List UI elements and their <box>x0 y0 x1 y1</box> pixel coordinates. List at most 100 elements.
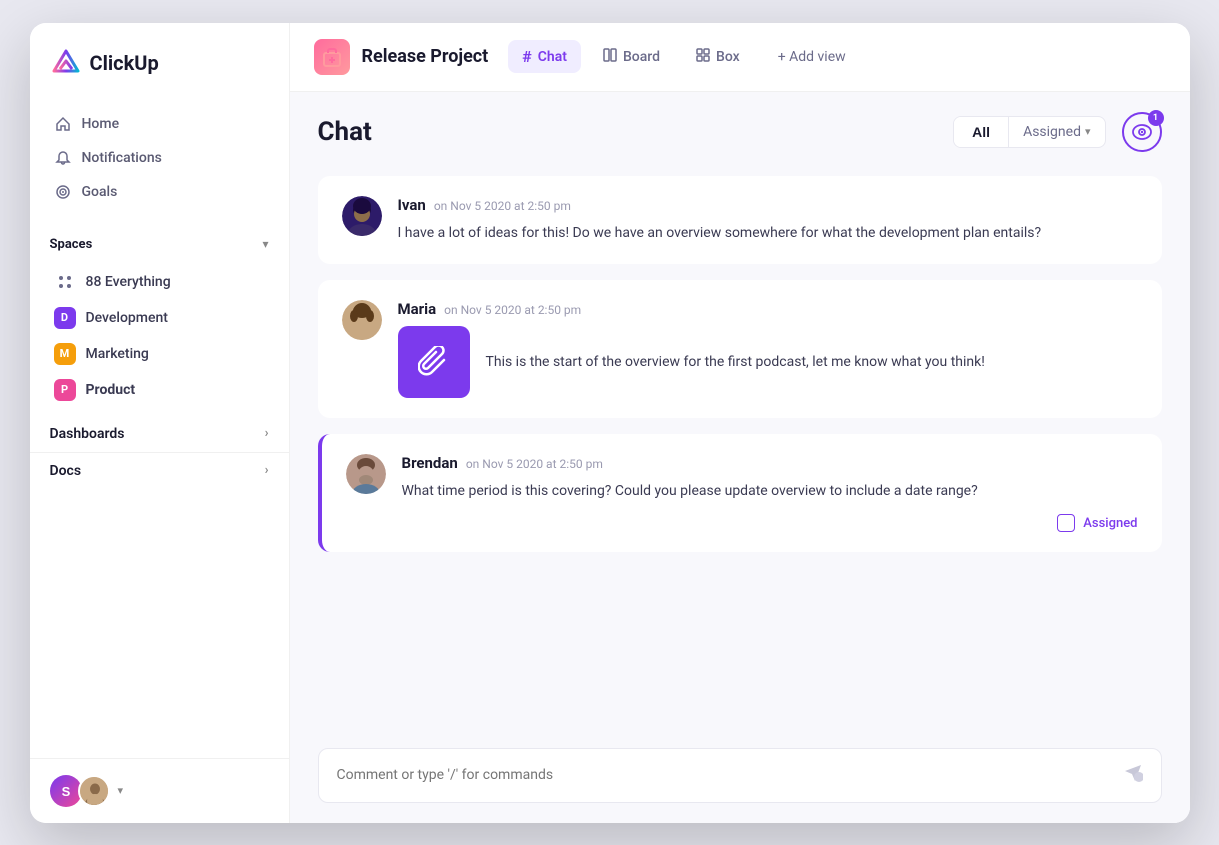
chat-input-area <box>290 732 1190 823</box>
chat-tab-hash: # <box>522 47 531 66</box>
filter-assigned-label: Assigned <box>1023 124 1081 140</box>
marketing-badge: M <box>54 343 76 365</box>
sidebar-item-notifications[interactable]: Notifications <box>42 141 277 175</box>
message-brendan: Brendan on Nov 5 2020 at 2:50 pm What ti… <box>318 434 1162 552</box>
filter-assigned-button[interactable]: Assigned ▾ <box>1008 117 1104 147</box>
sidebar-bottom: S ▾ <box>30 758 289 823</box>
clickup-logo-icon <box>50 47 82 79</box>
watch-count-badge: 1 <box>1148 110 1164 126</box>
sidebar-item-product-label: Product <box>86 382 136 398</box>
sidebar-item-marketing[interactable]: M Marketing <box>42 336 277 372</box>
svg-text:S: S <box>61 784 70 799</box>
maria-attachment: This is the start of the overview for th… <box>398 326 1138 398</box>
paperclip-icon <box>418 346 450 378</box>
project-icon <box>314 39 350 75</box>
brendan-time: on Nov 5 2020 at 2:50 pm <box>466 457 603 471</box>
dashboards-chevron-icon: › <box>265 426 269 441</box>
dashboards-label: Dashboards <box>50 426 125 442</box>
maria-message-header: Maria on Nov 5 2020 at 2:50 pm <box>398 300 1138 318</box>
sidebar: ClickUp Home Notifi <box>30 23 290 823</box>
sidebar-item-development[interactable]: D Development <box>42 300 277 336</box>
app-window: ClickUp Home Notifi <box>30 23 1190 823</box>
logo-area: ClickUp <box>30 23 289 99</box>
sidebar-item-everything-label: 88 Everything <box>86 274 171 290</box>
message-maria: Maria on Nov 5 2020 at 2:50 pm This is t… <box>318 280 1162 418</box>
brendan-avatar-img <box>346 454 386 494</box>
board-tab-icon <box>603 48 617 66</box>
chat-input[interactable] <box>337 767 1111 783</box>
spaces-section: Spaces ▾ <box>30 217 289 264</box>
spaces-chevron-icon: ▾ <box>262 237 268 251</box>
user-menu-chevron-icon[interactable]: ▾ <box>118 784 124 797</box>
home-icon <box>54 115 72 133</box>
board-tab-label: Board <box>623 49 660 65</box>
docs-section[interactable]: Docs › <box>30 452 289 489</box>
ivan-avatar-img <box>342 196 382 236</box>
ivan-message-content: Ivan on Nov 5 2020 at 2:50 pm I have a l… <box>398 196 1138 244</box>
box-tab-icon <box>696 48 710 66</box>
spaces-section-header[interactable]: Spaces ▾ <box>50 233 269 256</box>
send-icon[interactable] <box>1123 763 1143 788</box>
spaces-list: 88 Everything D Development M Marketing … <box>30 264 289 408</box>
sidebar-item-everything[interactable]: 88 Everything <box>42 264 277 300</box>
tab-box[interactable]: Box <box>682 41 754 73</box>
tab-board[interactable]: Board <box>589 41 674 73</box>
chat-tab-label: Chat <box>538 49 567 65</box>
maria-avatar-img <box>342 300 382 340</box>
chat-header: Chat All Assigned ▾ <box>290 92 1190 168</box>
brendan-message-text: What time period is this covering? Could… <box>402 480 1138 502</box>
sidebar-item-home[interactable]: Home <box>42 107 277 141</box>
logo-text: ClickUp <box>90 51 159 75</box>
maria-avatar <box>342 300 382 340</box>
topbar: Release Project # Chat Board <box>290 23 1190 92</box>
user-avatar-s[interactable]: S <box>50 775 82 807</box>
brendan-message-header: Brendan on Nov 5 2020 at 2:50 pm <box>402 454 1138 472</box>
dashboards-section[interactable]: Dashboards › <box>30 416 289 452</box>
sidebar-item-home-label: Home <box>82 116 120 132</box>
goals-icon <box>54 183 72 201</box>
sidebar-item-marketing-label: Marketing <box>86 346 149 362</box>
assigned-checkbox[interactable] <box>1057 514 1075 532</box>
filter-all-button[interactable]: All <box>954 117 1008 147</box>
product-badge: P <box>54 379 76 401</box>
assigned-area: Assigned <box>402 514 1138 532</box>
maria-time: on Nov 5 2020 at 2:50 pm <box>444 303 581 317</box>
ivan-message-header: Ivan on Nov 5 2020 at 2:50 pm <box>398 196 1138 214</box>
sidebar-nav: Home Notifications <box>30 99 289 217</box>
chat-messages: Ivan on Nov 5 2020 at 2:50 pm I have a l… <box>290 168 1190 732</box>
watch-button[interactable]: 1 <box>1122 112 1162 152</box>
chat-title: Chat <box>318 117 372 147</box>
chat-area: Chat All Assigned ▾ <box>290 92 1190 823</box>
everything-icon <box>54 271 76 293</box>
sidebar-item-goals[interactable]: Goals <box>42 175 277 209</box>
ivan-message-text: I have a lot of ideas for this! Do we ha… <box>398 222 1138 244</box>
chat-filters: All Assigned ▾ <box>953 116 1105 148</box>
sidebar-item-product[interactable]: P Product <box>42 372 277 408</box>
main-content: Release Project # Chat Board <box>290 23 1190 823</box>
ivan-time: on Nov 5 2020 at 2:50 pm <box>434 199 571 213</box>
assigned-label: Assigned <box>1083 516 1137 531</box>
filter-assigned-chevron-icon: ▾ <box>1085 125 1091 138</box>
user-avatar-secondary <box>78 775 110 807</box>
maria-author: Maria <box>398 300 437 318</box>
eye-icon <box>1132 124 1152 140</box>
brendan-author: Brendan <box>402 454 458 472</box>
sidebar-item-notifications-label: Notifications <box>82 150 162 166</box>
message-bubble-icon <box>1123 763 1143 783</box>
development-badge: D <box>54 307 76 329</box>
spaces-section-title: Spaces <box>50 237 93 252</box>
add-view-button[interactable]: + Add view <box>766 42 858 72</box>
tab-chat[interactable]: # Chat <box>508 40 581 73</box>
brendan-message-content: Brendan on Nov 5 2020 at 2:50 pm What ti… <box>402 454 1138 532</box>
attachment-icon[interactable] <box>398 326 470 398</box>
docs-chevron-icon: › <box>265 463 269 478</box>
bell-icon <box>54 149 72 167</box>
maria-message-content: Maria on Nov 5 2020 at 2:50 pm This is t… <box>398 300 1138 398</box>
maria-message-text: This is the start of the overview for th… <box>486 351 985 373</box>
box-tab-label: Box <box>716 49 740 65</box>
brendan-avatar <box>346 454 386 494</box>
user-avatar-s-icon: S <box>51 776 81 806</box>
message-ivan: Ivan on Nov 5 2020 at 2:50 pm I have a l… <box>318 176 1162 264</box>
project-box-icon <box>321 46 343 68</box>
chat-input-box <box>318 748 1162 803</box>
